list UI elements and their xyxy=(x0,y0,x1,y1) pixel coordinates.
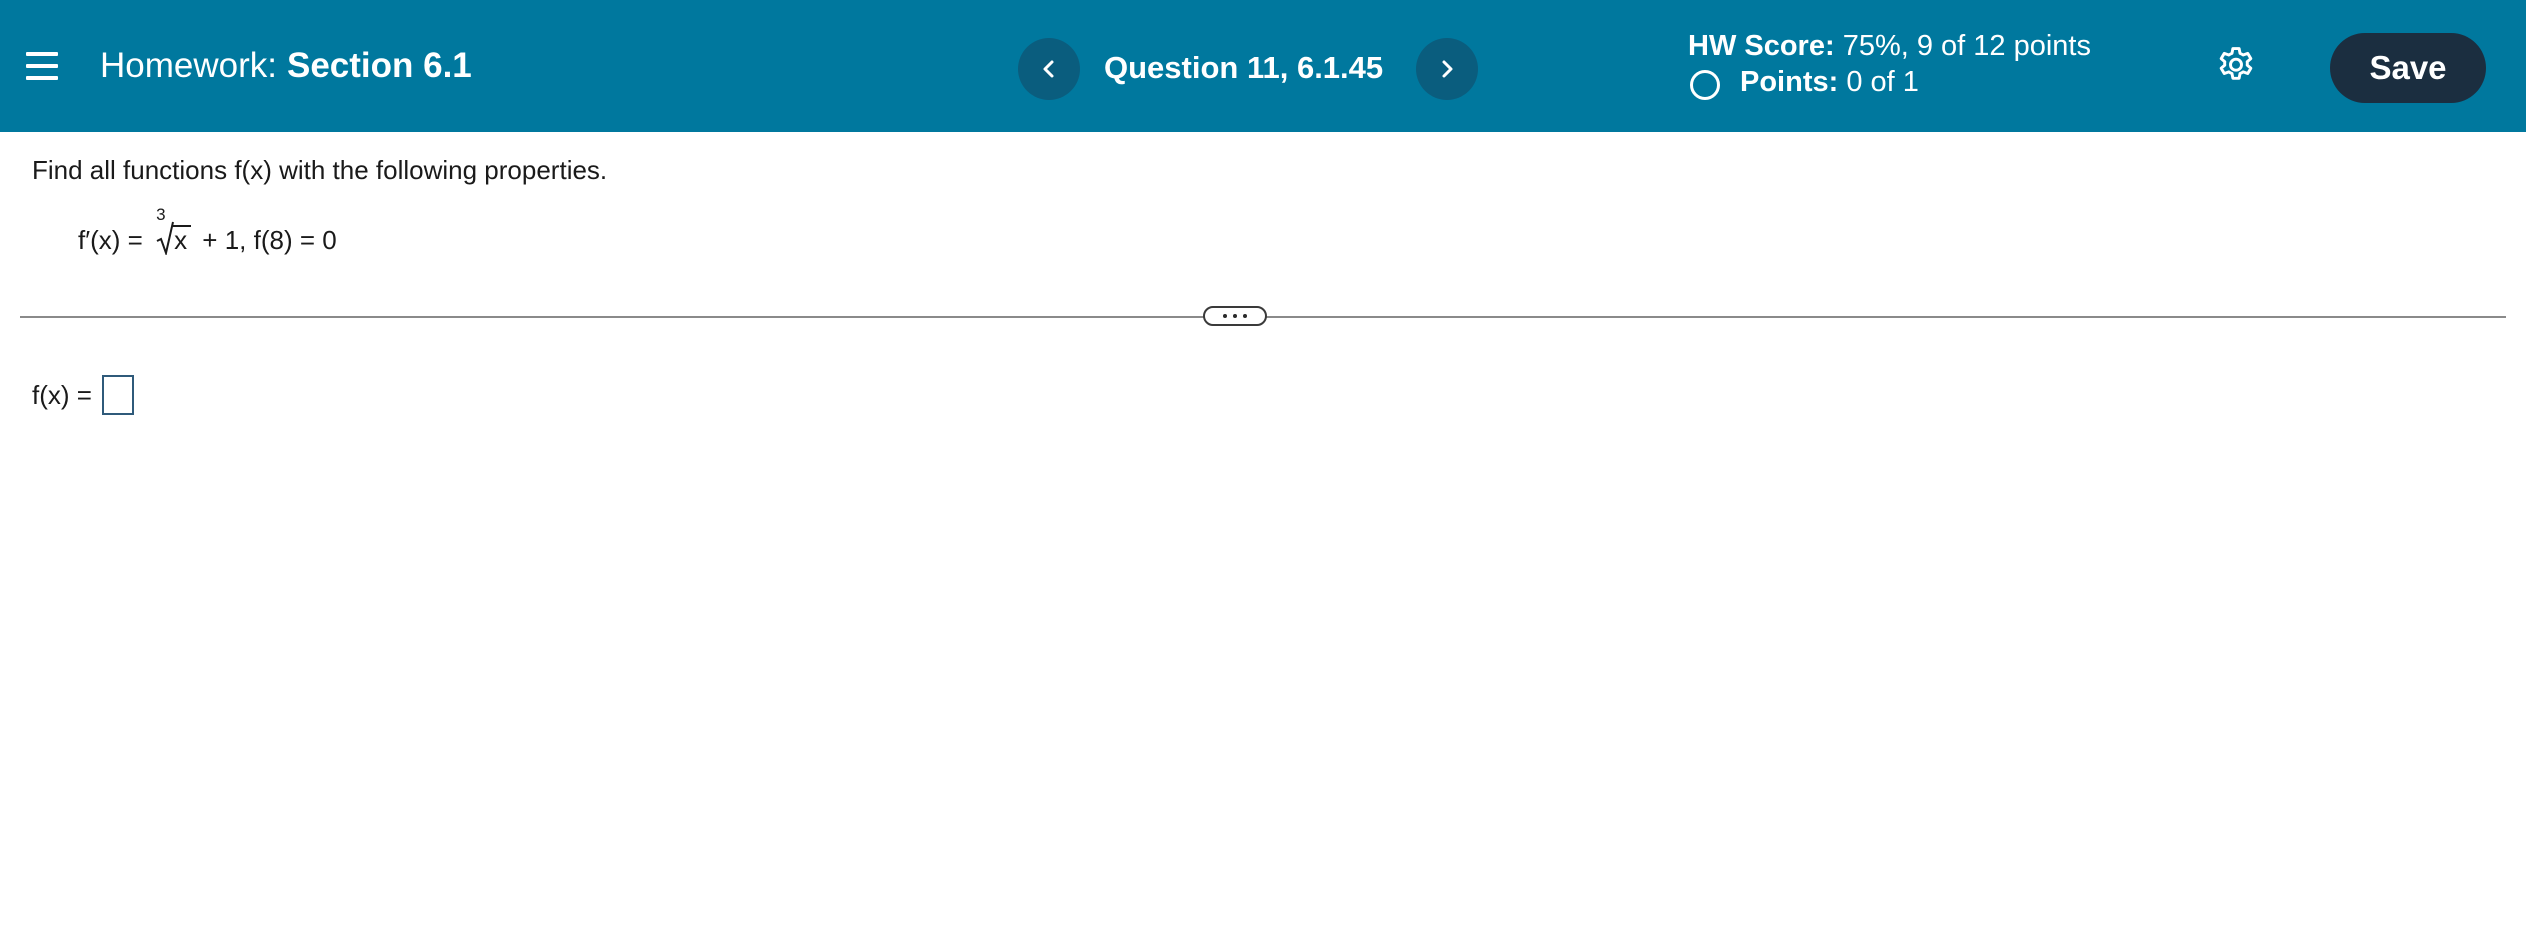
question-label: Question 11, 6.1.45 xyxy=(1104,50,1384,85)
points-status-circle-icon xyxy=(1690,70,1720,100)
homework-name: Section 6.1 xyxy=(286,46,472,85)
hw-score-label: HW Score: xyxy=(1688,30,1835,62)
answer-label: f(x) = xyxy=(32,380,92,410)
chevron-left-icon xyxy=(1043,60,1054,78)
cube-root: 3 x xyxy=(156,206,192,270)
previous-question-button[interactable] xyxy=(1018,38,1080,100)
radicand: x xyxy=(172,225,192,253)
header-bar: Homework: Section 6.1 Question 11, 6.1.45… xyxy=(0,0,2526,132)
hamburger-menu-icon[interactable] xyxy=(26,50,58,82)
answer-input[interactable] xyxy=(102,375,135,415)
points: Points: 0 of 1 xyxy=(1688,64,2091,100)
hw-score-value: 75%, 9 of 12 points xyxy=(1842,30,2091,62)
question-equation: f′(x) = 3 x + 1, f(8) = 0 xyxy=(78,206,337,270)
homework-title: Homework: Section 6.1 xyxy=(100,44,472,88)
points-value: 0 of 1 xyxy=(1846,66,1919,98)
gear-icon[interactable] xyxy=(2214,44,2258,88)
next-question-button[interactable] xyxy=(1416,38,1478,100)
root-index: 3 xyxy=(156,205,166,224)
score-block: HW Score: 75%, 9 of 12 points Points: 0 … xyxy=(1688,28,2091,100)
points-label: Points: xyxy=(1740,66,1839,98)
equation-lhs: f′(x) = xyxy=(78,225,143,255)
ellipsis-icon[interactable] xyxy=(1203,306,1267,326)
homework-prefix: Homework: xyxy=(100,46,277,85)
equation-rest: + 1, f(8) = 0 xyxy=(202,225,337,255)
save-button[interactable]: Save xyxy=(2330,33,2486,103)
question-instructions: Find all functions f(x) with the followi… xyxy=(32,155,608,185)
chevron-right-icon xyxy=(1442,60,1453,78)
hw-score: HW Score: 75%, 9 of 12 points xyxy=(1688,28,2091,64)
answer-row: f(x) = xyxy=(32,374,135,416)
homework-page: Homework: Section 6.1 Question 11, 6.1.45… xyxy=(0,0,2541,934)
